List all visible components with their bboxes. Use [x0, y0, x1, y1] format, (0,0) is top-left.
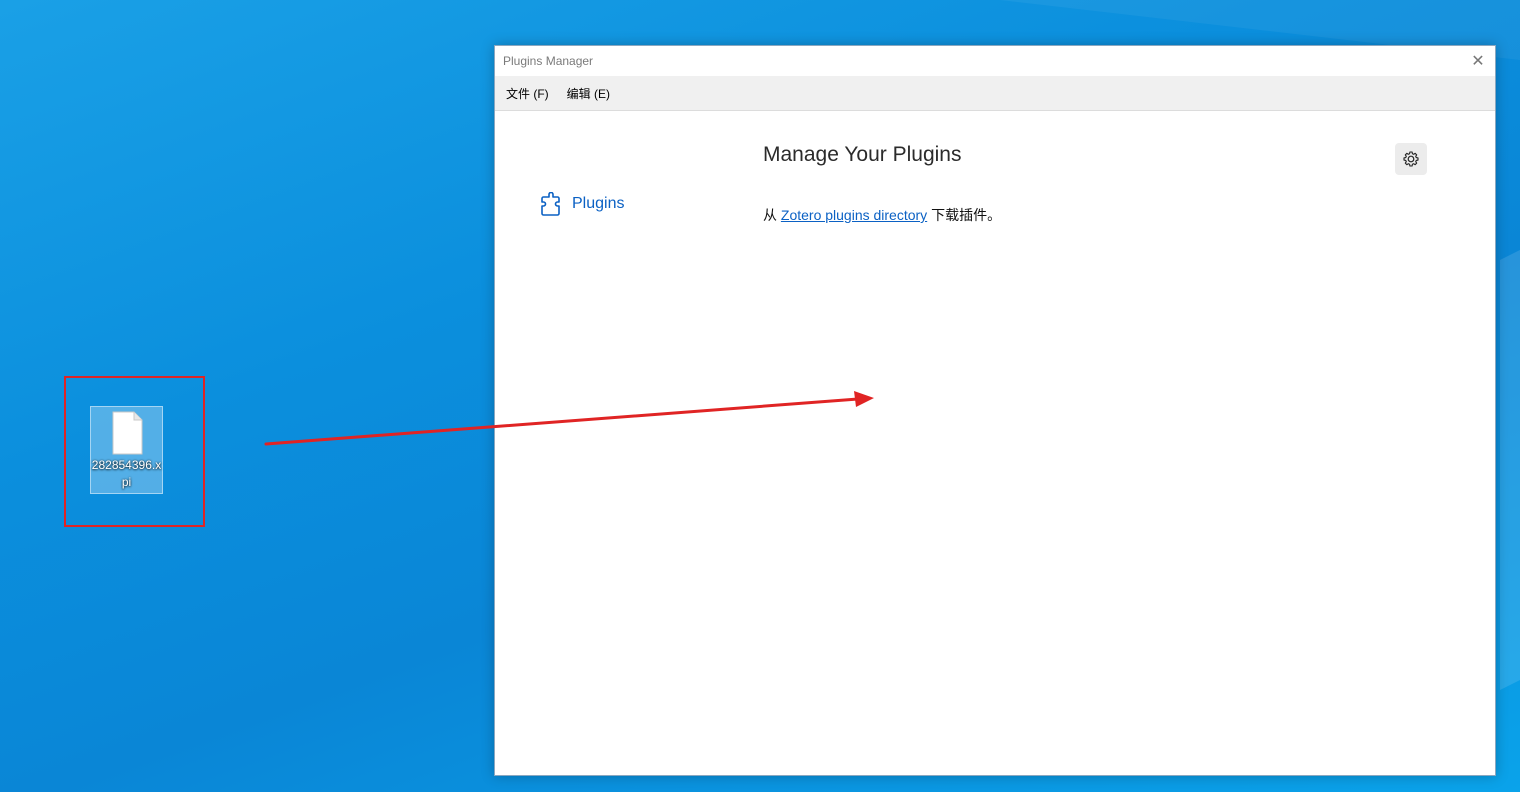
- gear-icon: [1403, 151, 1419, 167]
- sidebar-item-plugins[interactable]: Plugins: [541, 192, 624, 216]
- intro-prefix: 从: [763, 207, 781, 223]
- menubar: 文件 (F) 编辑 (E): [495, 76, 1495, 111]
- plugins-intro-text: 从 Zotero plugins directory 下载插件。: [763, 205, 1001, 225]
- page-title: Manage Your Plugins: [763, 143, 962, 166]
- plugins-content: Plugins Manage Your Plugins 从 Zotero plu…: [495, 111, 1495, 776]
- sidebar-item-label: Plugins: [572, 195, 625, 212]
- menu-edit[interactable]: 编辑 (E): [561, 81, 616, 106]
- plugins-manager-window: Plugins Manager ✕ 文件 (F) 编辑 (E) Plugins …: [494, 45, 1496, 776]
- settings-button[interactable]: [1395, 143, 1427, 175]
- plugins-directory-link[interactable]: Zotero plugins directory: [781, 207, 927, 223]
- intro-suffix: 下载插件。: [927, 207, 1002, 223]
- window-title: Plugins Manager: [503, 54, 594, 68]
- window-titlebar[interactable]: Plugins Manager ✕: [495, 46, 1495, 76]
- puzzle-piece-icon: [541, 192, 560, 216]
- annotation-highlight-box: [64, 376, 205, 527]
- menu-file[interactable]: 文件 (F): [500, 81, 555, 106]
- close-icon[interactable]: ✕: [1463, 46, 1493, 76]
